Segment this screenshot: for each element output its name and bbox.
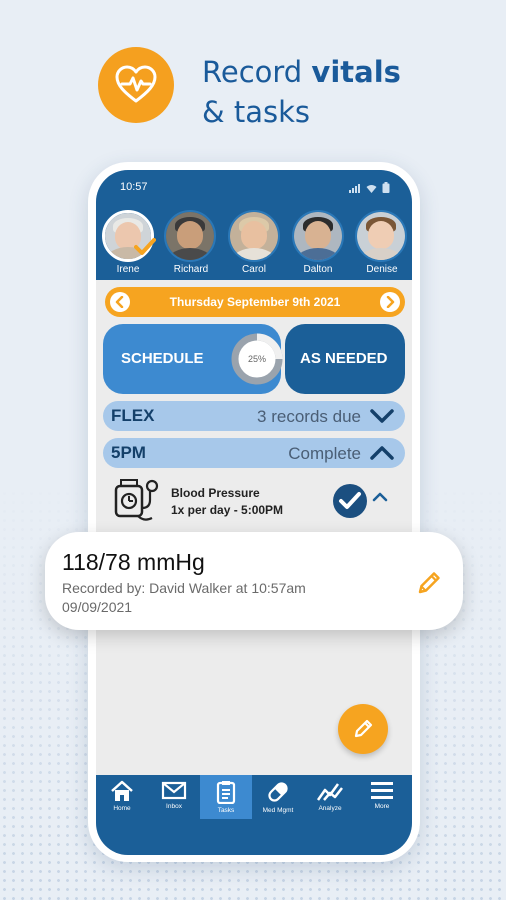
avatar-name: Irene xyxy=(116,264,140,275)
pencil-icon xyxy=(354,719,373,738)
resident-header: 10:57 Irene Richard Carol Dalton Denise xyxy=(96,170,412,280)
signal-icon xyxy=(349,184,360,193)
task-title: Blood Pressure xyxy=(171,486,260,500)
tab-schedule[interactable]: SCHEDULE 25% xyxy=(103,324,283,394)
nav-tasks[interactable]: Tasks xyxy=(200,775,252,819)
nav-label: Inbox xyxy=(166,803,182,810)
nav-label: More xyxy=(374,803,390,810)
chevron-right-icon xyxy=(386,296,395,308)
next-date-button[interactable] xyxy=(380,292,400,312)
home-icon xyxy=(111,780,133,801)
menu-icon xyxy=(371,782,393,799)
nav-home[interactable]: Home xyxy=(96,775,148,819)
nav-label: Analyze xyxy=(318,805,342,812)
heart-pulse-icon xyxy=(98,47,174,123)
chevron-up-icon[interactable] xyxy=(369,445,395,461)
tab-as-needed[interactable]: AS NEEDED xyxy=(285,324,405,394)
blood-pressure-icon xyxy=(114,479,159,521)
battery-icon xyxy=(382,182,390,193)
5pm-row[interactable]: 5PM Complete xyxy=(103,438,405,468)
avatar-name: Richard xyxy=(173,264,209,275)
recorded-by-text: Recorded by: David Walker at 10:57am xyxy=(62,580,306,596)
nav-analyze[interactable]: Analyze xyxy=(304,775,356,819)
status-icons xyxy=(349,182,390,193)
avatar-carol[interactable] xyxy=(228,210,280,262)
avatar-name: Carol xyxy=(242,264,266,275)
chevron-down-icon[interactable] xyxy=(369,408,395,424)
chart-icon xyxy=(316,783,343,801)
vital-value: 118/78 mmHg xyxy=(62,549,205,575)
bottom-nav: Home Inbox Tasks Med Mgmt Analyze More xyxy=(96,775,412,855)
nav-label: Tasks xyxy=(217,807,235,814)
avatar-dalton[interactable] xyxy=(292,210,344,262)
nav-med-mgmt[interactable]: Med Mgmt xyxy=(252,775,304,819)
nav-more[interactable]: More xyxy=(356,775,408,819)
row-status: 3 records due xyxy=(257,407,361,426)
row-status: Complete xyxy=(288,444,361,463)
avatar-name: Dalton xyxy=(303,264,333,275)
wifi-icon xyxy=(366,185,377,193)
add-record-button[interactable] xyxy=(338,704,388,754)
nav-label: Med Mgmt xyxy=(262,807,294,814)
selected-check-icon xyxy=(134,238,156,255)
clipboard-icon xyxy=(216,781,236,804)
avatar-denise[interactable] xyxy=(355,210,407,262)
row-label: FLEX xyxy=(111,406,155,425)
schedule-progress-label: 25% xyxy=(247,354,266,364)
flex-row[interactable]: FLEX 3 records due xyxy=(103,401,405,431)
avatar-name: Denise xyxy=(366,264,398,275)
status-time: 10:57 xyxy=(120,181,148,193)
tab-as-needed-label: AS NEEDED xyxy=(300,350,388,367)
row-label: 5PM xyxy=(111,443,146,462)
date-bar: Thursday September 9th 2021 xyxy=(105,287,405,317)
recorded-date: 09/09/2021 xyxy=(62,599,133,615)
task-complete-check-icon[interactable] xyxy=(332,483,368,519)
tab-schedule-label: SCHEDULE xyxy=(121,350,204,367)
nav-inbox[interactable]: Inbox xyxy=(148,775,200,819)
vital-record-card[interactable]: 118/78 mmHg Recorded by: David Walker at… xyxy=(45,532,463,630)
task-collapse-icon[interactable] xyxy=(372,492,388,502)
nav-label: Home xyxy=(113,805,131,812)
pencil-icon[interactable] xyxy=(415,569,443,597)
pill-icon xyxy=(268,782,288,802)
phone-screen: 10:57 Irene Richard Carol Dalton Denise … xyxy=(96,170,412,855)
page-title: Record vitals & tasks xyxy=(202,55,401,129)
date-label: Thursday September 9th 2021 xyxy=(169,295,341,309)
task-frequency: 1x per day - 5:00PM xyxy=(171,503,284,517)
avatar-richard[interactable] xyxy=(164,210,216,262)
envelope-icon xyxy=(161,781,187,800)
